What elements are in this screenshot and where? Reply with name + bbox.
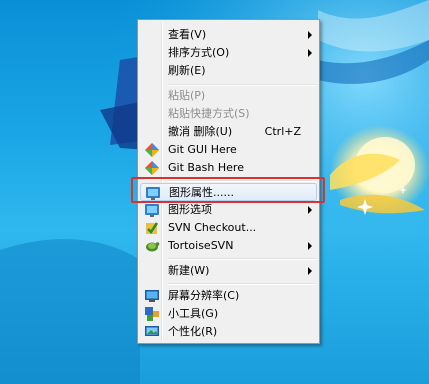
submenu-arrow-icon [308,267,312,275]
menu-item-screen-resolution[interactable]: 屏幕分辨率(C) [140,287,317,305]
menu-item-personalize[interactable]: 个性化(R) [140,323,317,341]
menu-item-tortoisesvn[interactable]: TortoiseSVN [140,237,317,255]
menu-item-paste-shortcut[interactable]: 粘贴快捷方式(S) [140,105,317,123]
menu-item-view[interactable]: 查看(V) [140,26,317,44]
menu-item-label: TortoiseSVN [168,239,234,252]
menu-item-label: 个性化(R) [168,325,218,338]
menu-item-refresh[interactable]: 刷新(E) [140,62,317,80]
menu-item-gadgets[interactable]: 小工具(G) [140,305,317,323]
menu-item-label: 屏幕分辨率(C) [168,289,240,302]
submenu-arrow-icon [308,206,312,214]
menu-item-label: 查看(V) [168,28,207,41]
menu-item-label: SVN Checkout... [168,221,257,234]
menu-item-sort-by[interactable]: 排序方式(O) [140,44,317,62]
menu-item-git-bash[interactable]: Git Bash Here [140,159,317,177]
menu-item-graphics-options[interactable]: 图形选项 [140,201,317,219]
menu-item-label: 小工具(G) [168,307,219,320]
git-icon [145,161,159,175]
submenu-arrow-icon [308,49,312,57]
menu-item-label: 粘贴(P) [168,89,206,102]
menu-item-new[interactable]: 新建(W) [140,262,317,280]
menu-item-label: 刷新(E) [168,64,206,77]
menu-item-svn-checkout[interactable]: SVN Checkout... [140,219,317,237]
submenu-arrow-icon [308,242,312,250]
gadgets-icon [145,307,159,321]
tortoisesvn-icon [146,242,160,252]
menu-separator [168,283,315,285]
menu-item-label: Git GUI Here [168,143,237,156]
menu-item-label: 排序方式(O) [168,46,230,59]
menu-item-label: Git Bash Here [168,161,244,174]
menu-item-undo-delete[interactable]: 撤消 删除(U) Ctrl+Z [140,123,317,141]
menu-item-paste[interactable]: 粘贴(P) [140,87,317,105]
graphics-options-icon [145,204,159,217]
menu-item-label: 图形选项 [168,203,212,216]
menu-item-shortcut: Ctrl+Z [264,125,301,138]
submenu-arrow-icon [308,31,312,39]
menu-separator [168,84,315,86]
menu-item-label: 粘贴快捷方式(S) [168,107,250,120]
git-icon [145,143,159,157]
svn-checkout-icon [146,222,159,234]
personalize-icon [145,326,159,336]
red-highlight-annotation [131,177,325,203]
menu-item-label: 新建(W) [168,264,210,277]
menu-separator [168,258,315,260]
menu-item-label: 撤消 删除(U) [168,125,233,138]
menu-item-git-gui[interactable]: Git GUI Here [140,141,317,159]
screen-resolution-icon [145,290,159,302]
